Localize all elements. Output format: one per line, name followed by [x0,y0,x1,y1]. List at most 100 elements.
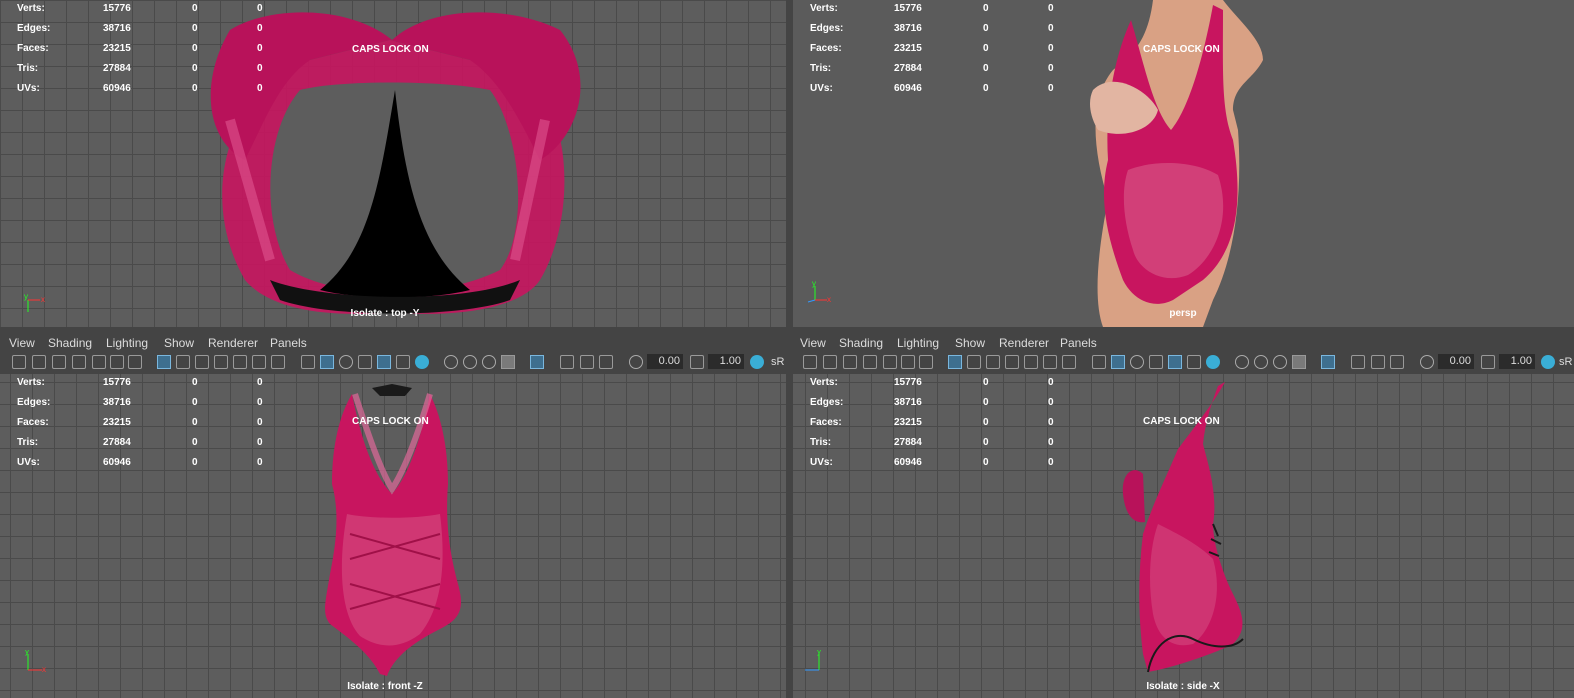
camera-lock-icon[interactable] [32,355,46,369]
resolution-gate-icon[interactable] [986,355,1000,369]
gamma-field[interactable]: 1.00 [1499,354,1535,369]
textures-icon[interactable] [396,355,410,369]
svg-text:x: x [41,295,45,304]
viewport-front[interactable]: Verts: 15776 0 0 Edges: 38716 0 0 Faces: 23215 0… [0,374,786,698]
exposure-field[interactable]: 0.00 [647,354,683,369]
panel-toolbar-left: 0.00 1.00 sR [0,352,786,373]
exposure-field[interactable]: 0.00 [1438,354,1474,369]
lights-icon[interactable] [415,355,429,369]
svg-text:y: y [24,292,28,301]
menu-shading[interactable]: Shading [839,336,883,350]
lights-icon[interactable] [1206,355,1220,369]
viewport-top[interactable]: Verts: 15776 0 0 Edges: 38716 0 0 Faces: 23215 0… [0,0,786,327]
safe-title-icon[interactable] [1062,355,1076,369]
bookmark-icon[interactable] [863,355,877,369]
image-plane-icon[interactable] [92,355,106,369]
isolate-select-icon[interactable] [530,355,544,369]
camera-attr-icon[interactable] [843,355,857,369]
menu-renderer[interactable]: Renderer [208,336,258,350]
wireframe-on-shaded-icon[interactable] [358,355,372,369]
anti-alias-icon[interactable] [501,355,515,369]
resolution-gate-icon[interactable] [195,355,209,369]
stats-row: Tris: 27884 0 0 [17,63,263,74]
default-material-icon[interactable] [339,355,353,369]
color-management-icon[interactable] [1541,355,1555,369]
film-gate-icon[interactable] [176,355,190,369]
gamma-field[interactable]: 1.00 [708,354,744,369]
xray-icon[interactable] [1168,355,1182,369]
gamma-icon[interactable] [690,355,704,369]
field-chart-icon[interactable] [1024,355,1038,369]
shadows-icon[interactable] [1235,355,1249,369]
poly-stats: Verts: 15776 0 0 Edges: 38716 0 0 Faces: 23215 0… [810,377,1070,477]
two-d-pan-icon[interactable] [919,355,933,369]
viewport-persp[interactable]: Verts: 15776 0 0 Edges: 38716 0 0 Faces: 23215 0… [793,0,1574,327]
exposure-icon[interactable] [629,355,643,369]
safe-action-icon[interactable] [1043,355,1057,369]
smooth-shade-icon[interactable] [320,355,334,369]
backface-icon[interactable] [1390,355,1404,369]
textures-icon[interactable] [1187,355,1201,369]
grid-icon[interactable] [948,355,962,369]
view-transform-label[interactable]: sR [1559,356,1572,368]
menu-panels[interactable]: Panels [1060,336,1097,350]
anti-alias-icon[interactable] [1292,355,1306,369]
grease-pencil-icon[interactable] [901,355,915,369]
gate-mask-icon[interactable] [1005,355,1019,369]
image-plane-icon[interactable] [883,355,897,369]
exposure-icon[interactable] [1420,355,1434,369]
wireframe-on-shaded-icon[interactable] [1149,355,1163,369]
axis-gizmo-icon: y [805,650,821,671]
color-management-icon[interactable] [750,355,764,369]
camera-icon[interactable] [12,355,26,369]
safe-title-icon[interactable] [271,355,285,369]
menu-renderer[interactable]: Renderer [999,336,1049,350]
xray-joints-icon[interactable] [1351,355,1365,369]
menu-panels[interactable]: Panels [270,336,307,350]
viewport-label-persp: persp [1169,308,1197,319]
stats-row: Edges: 38716 0 0 [17,23,263,34]
xray-active-icon[interactable] [580,355,594,369]
menu-shading[interactable]: Shading [48,336,92,350]
viewport-label-top: Isolate : top -Y [350,308,420,319]
bookmark-icon[interactable] [72,355,86,369]
poly-stats: Verts: 15776 0 0 Edges: 38716 0 0 Faces: 23215 0… [810,3,1070,103]
backface-icon[interactable] [599,355,613,369]
xray-joints-icon[interactable] [560,355,574,369]
pane-divider-vertical[interactable] [786,0,793,698]
camera-icon[interactable] [803,355,817,369]
two-d-pan-icon[interactable] [128,355,142,369]
screen-ao-icon[interactable] [463,355,477,369]
smooth-shade-icon[interactable] [1111,355,1125,369]
screen-ao-icon[interactable] [1254,355,1268,369]
safe-action-icon[interactable] [252,355,266,369]
wireframe-icon[interactable] [301,355,315,369]
xray-active-icon[interactable] [1371,355,1385,369]
field-chart-icon[interactable] [233,355,247,369]
camera-attr-icon[interactable] [52,355,66,369]
view-transform-label[interactable]: sR [771,356,784,368]
shadows-icon[interactable] [444,355,458,369]
motion-blur-icon[interactable] [1273,355,1287,369]
camera-lock-icon[interactable] [823,355,837,369]
stats-row: Tris: 27884 0 0 [17,437,263,448]
motion-blur-icon[interactable] [482,355,496,369]
grid-icon[interactable] [157,355,171,369]
menu-show[interactable]: Show [955,336,985,350]
menu-lighting[interactable]: Lighting [106,336,148,350]
film-gate-icon[interactable] [967,355,981,369]
menu-view[interactable]: View [9,336,35,350]
grease-pencil-icon[interactable] [110,355,124,369]
stats-row: Faces: 23215 0 0 [810,417,1054,428]
menu-show[interactable]: Show [164,336,194,350]
menu-lighting[interactable]: Lighting [897,336,939,350]
viewport-side[interactable]: Verts: 15776 0 0 Edges: 38716 0 0 Faces: 23215 0… [793,374,1574,698]
wireframe-icon[interactable] [1092,355,1106,369]
default-material-icon[interactable] [1130,355,1144,369]
gamma-icon[interactable] [1481,355,1495,369]
caps-lock-indicator: CAPS LOCK ON [1143,416,1220,427]
xray-icon[interactable] [377,355,391,369]
isolate-select-icon[interactable] [1321,355,1335,369]
gate-mask-icon[interactable] [214,355,228,369]
menu-view[interactable]: View [800,336,826,350]
